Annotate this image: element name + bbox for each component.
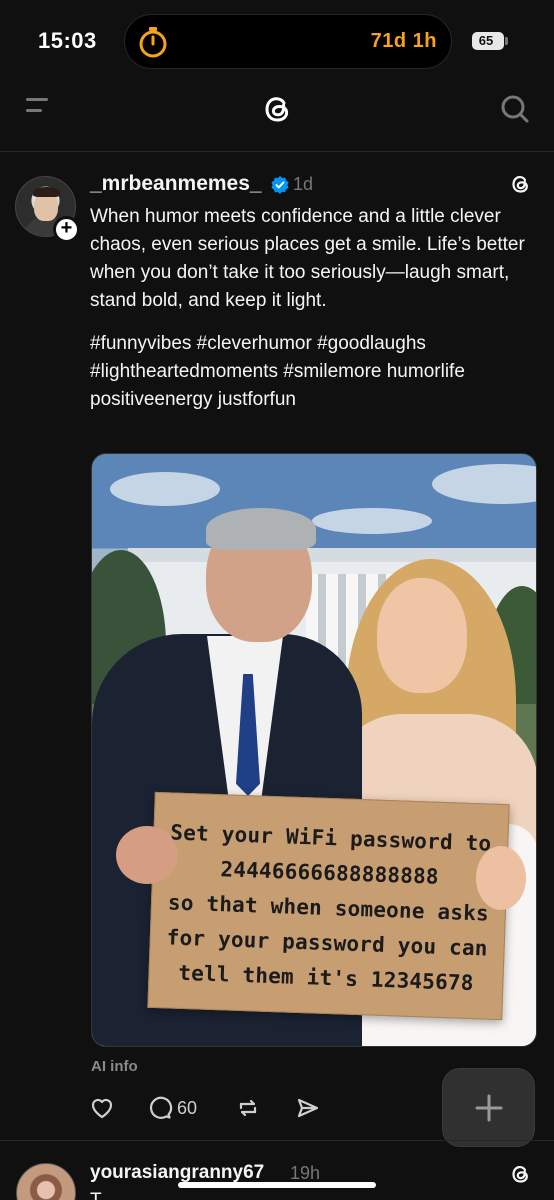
- post-image[interactable]: Set your WiFi password to 24446666688888…: [91, 453, 537, 1047]
- battery-nub: [505, 37, 508, 45]
- avatar-hair: [33, 187, 60, 197]
- timer-text: 71d 1h: [370, 30, 437, 52]
- comment-count: 60: [177, 1097, 198, 1118]
- repost-icon: [239, 1099, 257, 1117]
- top-nav: [0, 82, 554, 152]
- next-post-card: yourasiangranny67 19h T: [0, 1140, 554, 1200]
- threads-logo-icon[interactable]: [259, 91, 295, 127]
- cardboard-sign: Set your WiFi password to 24446666688888…: [147, 791, 510, 1021]
- post-paragraph: When humor meets confidence and a little…: [90, 206, 525, 311]
- threads-small-icon[interactable]: [508, 172, 532, 196]
- dynamic-island[interactable]: 71d 1h: [124, 14, 452, 69]
- battery-level: 65: [478, 33, 494, 48]
- avatar[interactable]: [16, 1163, 76, 1200]
- threads-small-icon[interactable]: [508, 1162, 532, 1186]
- comment-button[interactable]: 60: [147, 1092, 197, 1124]
- verified-check-icon: [271, 176, 289, 194]
- search-icon[interactable]: [499, 93, 531, 125]
- follow-plus-icon[interactable]: +: [53, 216, 80, 243]
- ai-info-label[interactable]: AI info: [91, 1058, 138, 1075]
- man-hair: [206, 508, 316, 550]
- plus-icon: [475, 1094, 502, 1121]
- post-card: + _mrbeanmemes_ 1d When humor meets conf…: [0, 152, 554, 1147]
- post-actions: 60: [89, 1092, 349, 1124]
- menu-icon[interactable]: [26, 98, 52, 120]
- like-button[interactable]: [89, 1092, 115, 1124]
- new-post-button[interactable]: [442, 1068, 535, 1147]
- post-time: 1d: [293, 174, 314, 194]
- left-hand: [116, 826, 178, 884]
- sign-text: Set your WiFi password to 24446666688888…: [149, 815, 508, 1002]
- post-text-preview: T: [90, 1190, 102, 1200]
- status-time: 15:03: [38, 28, 97, 53]
- repost-button[interactable]: [235, 1092, 261, 1124]
- stopwatch-icon: [139, 27, 167, 58]
- status-bar: 15:03 71d 1h 65: [0, 0, 554, 82]
- heart-icon: [91, 1098, 113, 1119]
- post-body: When humor meets confidence and a little…: [90, 203, 540, 429]
- home-indicator[interactable]: [178, 1182, 376, 1188]
- comment-icon: [149, 1096, 173, 1119]
- share-button[interactable]: [295, 1092, 321, 1124]
- woman-face: [377, 578, 467, 693]
- post-time: 19h: [290, 1163, 321, 1183]
- post-username[interactable]: yourasiangranny67: [90, 1162, 264, 1184]
- right-hand: [476, 846, 526, 910]
- post-hashtags[interactable]: #funnyvibes #cleverhumor #goodlaughs #li…: [90, 330, 540, 414]
- post-username[interactable]: _mrbeanmemes_: [90, 172, 262, 196]
- battery-indicator: 65: [472, 32, 504, 50]
- share-icon: [297, 1098, 319, 1118]
